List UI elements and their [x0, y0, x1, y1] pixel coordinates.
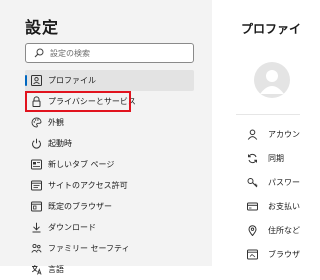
settings-sidebar: 設定 プロファイル	[0, 0, 212, 275]
sync-icon	[246, 152, 258, 164]
nav-item-site-permissions[interactable]: サイトのアクセス許可	[25, 175, 194, 196]
profile-item-passwords[interactable]: パスワー	[246, 170, 300, 194]
lock-icon	[30, 96, 42, 108]
settings-search-input[interactable]	[50, 48, 180, 58]
settings-nav: プロファイル プライバシーとサービス 外観 起動時 新しいタブ ページ サイトの…	[25, 70, 194, 280]
site-permissions-icon	[30, 180, 42, 192]
nav-item-label: 起動時	[48, 139, 72, 148]
settings-window: 設定 プロファイル	[0, 0, 300, 275]
payment-icon	[246, 200, 258, 212]
location-icon	[246, 224, 258, 236]
profile-icon	[30, 75, 42, 87]
nav-item-appearance[interactable]: 外観	[25, 112, 194, 133]
nav-item-label: 外観	[48, 118, 64, 127]
browser-data-icon	[246, 248, 258, 260]
profile-settings-list: アカウン 同期 パスワー お支払い 住所など ブラウザ	[246, 122, 300, 266]
download-icon	[30, 222, 42, 234]
profile-item-label: 住所など	[268, 225, 300, 235]
profile-item-addresses[interactable]: 住所など	[246, 218, 300, 242]
search-icon	[32, 46, 46, 60]
profile-item-label: アカウン	[268, 129, 300, 139]
profile-item-browser-data[interactable]: ブラウザ	[246, 242, 300, 266]
page-title: プロファイル	[241, 22, 300, 36]
nav-item-new-tab[interactable]: 新しいタブ ページ	[25, 154, 194, 175]
profile-panel: プロファイル アカウン	[212, 0, 300, 266]
nav-item-downloads[interactable]: ダウンロード	[25, 217, 194, 238]
new-tab-icon	[30, 159, 42, 171]
profile-item-payment[interactable]: お支払い	[246, 194, 300, 218]
nav-item-label: ダウンロード	[48, 223, 96, 232]
nav-item-family-safety[interactable]: ファミリー セーフティ	[25, 238, 194, 259]
profile-item-label: 同期	[268, 153, 284, 163]
nav-item-label: プライバシーとサービス	[48, 97, 136, 106]
profile-item-account[interactable]: アカウン	[246, 122, 300, 146]
nav-item-label: 既定のブラウザー	[48, 202, 112, 211]
default-browser-icon	[30, 201, 42, 213]
nav-item-languages[interactable]: 言語	[25, 259, 194, 280]
nav-item-default-browser[interactable]: 既定のブラウザー	[25, 196, 194, 217]
nav-item-profile[interactable]: プロファイル	[25, 70, 194, 91]
nav-item-privacy[interactable]: プライバシーとサービス	[25, 91, 194, 112]
nav-item-label: プロファイル	[48, 76, 96, 85]
family-icon	[30, 243, 42, 255]
key-icon	[246, 176, 258, 188]
nav-item-startup[interactable]: 起動時	[25, 133, 194, 154]
profile-item-label: パスワー	[268, 177, 300, 187]
section-divider	[236, 114, 300, 115]
power-icon	[30, 138, 42, 150]
profile-item-sync[interactable]: 同期	[246, 146, 300, 170]
settings-title: 設定	[25, 18, 60, 37]
nav-item-label: サイトのアクセス許可	[48, 181, 128, 190]
profile-item-label: ブラウザ	[268, 249, 300, 259]
language-icon	[30, 264, 42, 276]
profile-item-label: お支払い	[268, 201, 300, 211]
avatar	[254, 62, 290, 98]
nav-item-label: ファミリー セーフティ	[48, 244, 130, 253]
nav-item-label: 新しいタブ ページ	[48, 160, 115, 169]
settings-search-box[interactable]	[25, 43, 194, 63]
person-icon	[246, 128, 258, 140]
palette-icon	[30, 117, 42, 129]
